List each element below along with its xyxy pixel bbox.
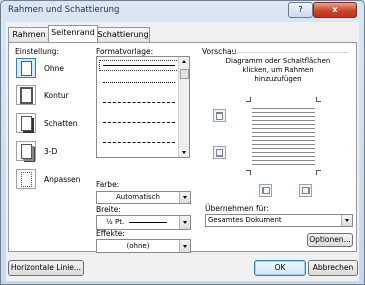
dash-dot-line-sample[interactable] [103, 142, 175, 143]
ok-button[interactable]: OK [254, 260, 306, 276]
tab-panel: Einstellung: Ohne Kontur Schatten 3-D An… [8, 42, 357, 253]
scroll-thumb[interactable] [180, 69, 189, 79]
preview-text-lines [252, 105, 315, 167]
border-right-icon [302, 187, 310, 194]
border-bottom-icon [216, 149, 223, 157]
effect-select[interactable]: (ohne) [96, 239, 191, 253]
color-value: Automatisch [116, 193, 160, 201]
chevron-down-icon[interactable] [179, 216, 190, 229]
dialog-window: Rahmen und Schattierung ? x Rahmen Seite… [0, 0, 365, 285]
setting-3d-button[interactable] [16, 141, 36, 161]
preview-hint-line-1: Diagramm oder Schaltflächen [225, 57, 331, 65]
apply-to-label: Übernehmen für: [205, 204, 269, 213]
border-top-icon [216, 112, 223, 120]
setting-shadow-label: Schatten [44, 119, 78, 128]
window-title: Rahmen und Schattierung [8, 5, 120, 15]
page-none-icon [21, 61, 32, 76]
preview-hint-line-3: hinzuzufügen [254, 75, 302, 83]
width-select[interactable]: ½ Pt. [96, 215, 191, 230]
border-bottom-button[interactable] [213, 146, 226, 159]
setting-box-label: Kontur [44, 91, 69, 100]
page-custom-icon [21, 172, 32, 187]
line-style-item-selected[interactable] [99, 60, 179, 71]
line-style-list[interactable] [96, 56, 190, 158]
corner-mark-bottom-right [316, 170, 321, 175]
effect-label: Effekte: [96, 229, 125, 238]
solid-line-sample [103, 65, 175, 66]
apply-to-value: Gesamtes Dokument [208, 216, 282, 224]
color-label: Farbe: [96, 180, 120, 189]
dashed-line-sample[interactable] [103, 102, 175, 103]
close-button[interactable]: x [313, 2, 357, 18]
page-shadow-icon [21, 116, 32, 131]
chevron-down-icon[interactable] [179, 240, 190, 252]
width-label: Breite: [96, 205, 121, 214]
cancel-button[interactable]: Abbrechen [308, 260, 358, 276]
scroll-up-icon[interactable] [182, 60, 186, 63]
setting-custom-button[interactable] [16, 169, 36, 189]
width-line-sample [129, 222, 167, 223]
apply-to-select[interactable]: Gesamtes Dokument [205, 214, 353, 227]
effect-value: (ohne) [126, 242, 150, 250]
width-value: ½ Pt. [106, 218, 125, 226]
horizontal-line-button[interactable]: Horizontale Linie... [8, 260, 84, 276]
setting-box-button[interactable] [16, 85, 36, 105]
options-button[interactable]: Optionen... [307, 233, 353, 247]
setting-3d-label: 3-D [44, 147, 58, 156]
corner-mark-bottom-left [246, 170, 251, 175]
border-left-icon [262, 187, 270, 194]
corner-mark-top-left [246, 97, 251, 102]
settings-heading: Einstellung: [15, 47, 60, 56]
help-button[interactable]: ? [288, 2, 313, 18]
tab-seitenrand[interactable]: Seitenrand [48, 25, 98, 42]
page-box-icon [20, 87, 33, 104]
scroll-down-icon[interactable] [182, 151, 186, 154]
border-right-button[interactable] [299, 184, 312, 197]
tab-schattierung[interactable]: Schattierung [96, 27, 150, 42]
preview-area[interactable] [242, 91, 325, 181]
setting-custom-label: Anpassen [44, 175, 81, 184]
line-style-scrollbar[interactable] [178, 57, 189, 157]
setting-none-button[interactable] [16, 58, 36, 78]
setting-shadow-button[interactable] [16, 113, 36, 133]
color-select[interactable]: Automatisch [96, 191, 191, 204]
dotted-line-sample[interactable] [103, 82, 175, 83]
border-left-button[interactable] [259, 184, 272, 197]
preview-separator [231, 52, 349, 53]
corner-mark-top-right [316, 97, 321, 102]
tab-rahmen[interactable]: Rahmen [8, 27, 50, 42]
border-top-button[interactable] [213, 109, 226, 122]
long-dash-line-sample[interactable] [103, 122, 175, 123]
style-heading: Formatvorlage: [96, 47, 154, 56]
chevron-down-icon[interactable] [179, 192, 190, 203]
preview-hint-line-2: klicken, um Rahmen [242, 66, 314, 74]
dialog-client: Rahmen Seitenrand Schattierung Einstellu… [6, 22, 359, 281]
chevron-down-icon[interactable] [341, 215, 352, 226]
page-3d-icon [21, 144, 32, 159]
setting-none-label: Ohne [44, 64, 65, 73]
